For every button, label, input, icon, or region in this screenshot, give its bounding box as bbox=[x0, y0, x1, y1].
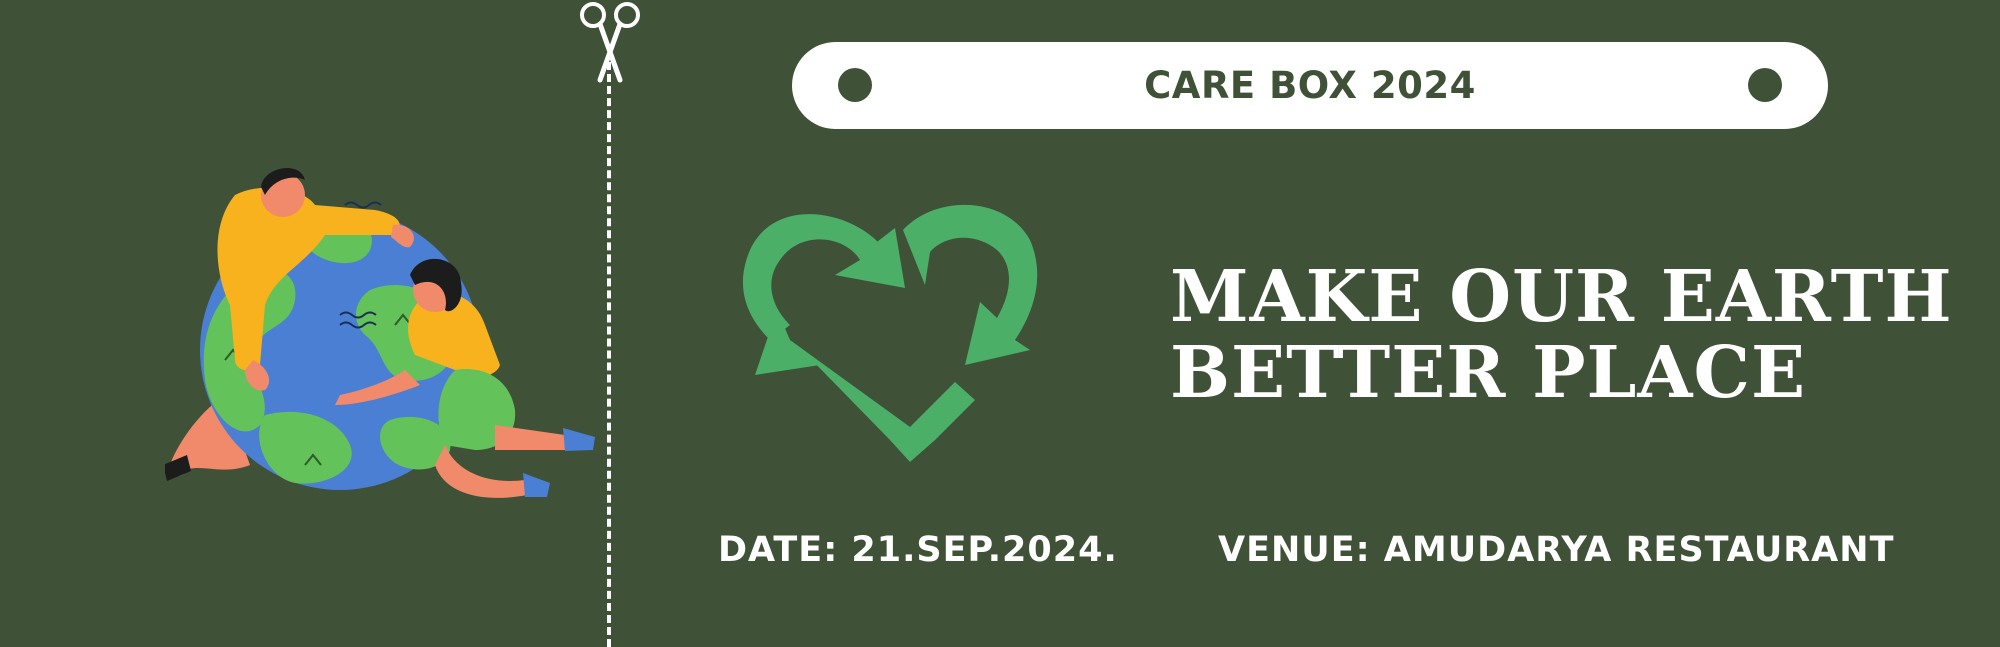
headline-line-2: BETTER PLACE bbox=[1170, 330, 1807, 414]
people-hugging-earth-illustration bbox=[165, 168, 595, 498]
pill-hole-left bbox=[838, 68, 872, 102]
event-title: CARE BOX 2024 bbox=[1144, 64, 1476, 107]
event-date: DATE: 21.SEP.2024. bbox=[718, 530, 1118, 570]
ticket: CARE BOX 2024 MAKE OUR EARTH BETTER PLAC… bbox=[0, 0, 2000, 647]
event-venue: VENUE: AMUDARYA RESTAURANT bbox=[1218, 530, 1895, 570]
headline: MAKE OUR EARTH BETTER PLACE bbox=[1170, 258, 1980, 410]
recycle-heart-icon bbox=[742, 204, 1038, 462]
headline-line-1: MAKE OUR EARTH bbox=[1170, 254, 1953, 338]
perforation-line bbox=[607, 62, 611, 647]
scissors-icon bbox=[580, 2, 640, 83]
pill-hole-right bbox=[1748, 68, 1782, 102]
header-pill: CARE BOX 2024 bbox=[792, 42, 1828, 129]
